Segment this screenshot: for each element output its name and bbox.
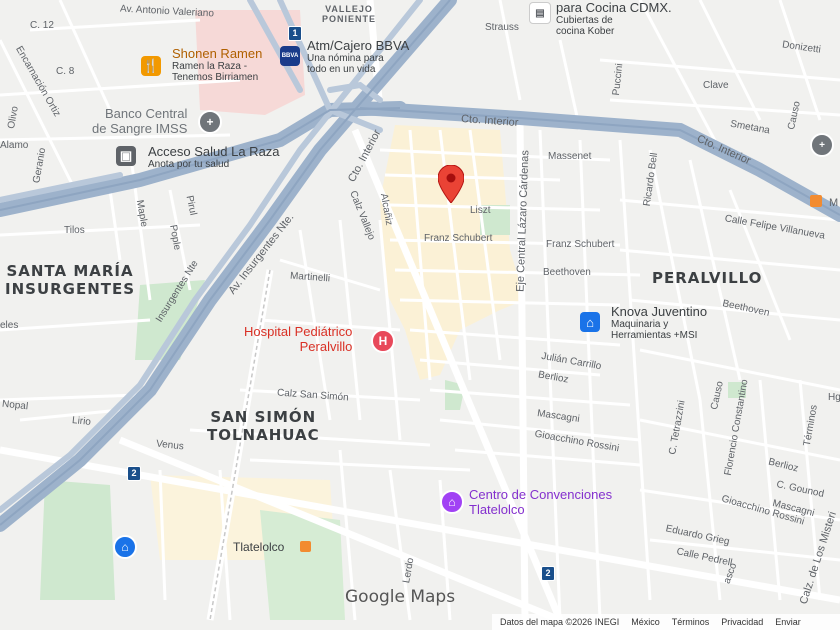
street-label: Lirio <box>71 415 92 428</box>
poi-name: Acceso Salud La Raza <box>148 144 280 159</box>
street-label: Liszt <box>470 205 491 216</box>
district-line: TOLNAHUAC <box>207 426 320 444</box>
route-shield: 2 <box>127 466 141 481</box>
map-canvas[interactable]: SANTA MARÍA INSURGENTES PERALVILLO SAN S… <box>0 0 840 630</box>
street-label: Massenet <box>548 151 592 162</box>
street-label: C. 8 <box>56 66 75 77</box>
building-icon[interactable]: ▣ <box>116 146 136 166</box>
poi-subtitle: Maquinaria y <box>611 319 669 330</box>
poi-name: Atm/Cajero BBVA <box>307 38 410 53</box>
poi-name: Shonen Ramen <box>172 46 263 61</box>
poi-name: de Sangre IMSS <box>92 121 188 136</box>
medical-icon[interactable]: + <box>198 110 222 134</box>
poi-subtitle: Herramientas +MSI <box>611 330 698 341</box>
poi-subtitle: cocina Kober <box>556 26 615 37</box>
poi-banco-sangre[interactable]: Banco Central de Sangre IMSS <box>92 106 187 136</box>
district-line: SAN SIMÓN <box>210 408 317 426</box>
street-label: eles <box>0 320 19 331</box>
street-label: Hgn <box>828 392 840 403</box>
poi-subtitle: Ramen la Raza - <box>172 61 248 72</box>
restaurant-icon[interactable]: 🍴 <box>141 56 161 76</box>
street-label: Clave <box>703 80 729 91</box>
poi-centro-convenciones[interactable]: Centro de Convenciones Tlatelolco <box>469 487 612 517</box>
medical-icon[interactable]: + <box>810 133 834 157</box>
route-shield: 1 <box>288 26 302 41</box>
district-santa-maria: SANTA MARÍA INSURGENTES <box>5 262 135 298</box>
poi-subtitle: Anota por tu salud <box>148 159 230 170</box>
metro-station-label[interactable]: Tlatelolco <box>233 540 284 554</box>
privacy-link[interactable]: Privacidad <box>721 617 763 627</box>
location-pin-icon[interactable] <box>438 165 464 203</box>
poi-shonen-ramen[interactable]: Shonen Ramen Ramen la Raza - Tenemos Bir… <box>172 46 262 83</box>
street-label: VALLEJO PONIENTE <box>322 4 376 24</box>
google-maps-logo: Google Maps <box>345 587 456 607</box>
send-feedback-link[interactable]: Enviar <box>775 617 801 627</box>
street-label: Franz Schubert <box>546 239 615 250</box>
district-line: SANTA MARÍA <box>6 262 134 280</box>
street-label: Strauss <box>485 22 519 33</box>
route-shield: 2 <box>541 566 555 581</box>
street-label-line: VALLEJO <box>325 4 373 14</box>
street-label-line: PONIENTE <box>322 14 377 24</box>
street-label: Tilos <box>64 225 85 236</box>
district-san-simon: SAN SIMÓN TOLNAHUAC <box>207 408 320 444</box>
poi-name: Peralvillo <box>299 339 353 354</box>
poi-hospital[interactable]: Hospital Pediátrico Peralvillo <box>244 324 352 354</box>
metro-icon[interactable] <box>300 541 311 552</box>
poi-name: Banco Central <box>105 106 188 121</box>
poi-acceso-salud[interactable]: Acceso Salud La Raza Anota por tu salud <box>148 144 280 170</box>
bbva-badge[interactable]: BBVA <box>280 46 300 66</box>
transit-icon[interactable] <box>810 195 822 207</box>
district-peralvillo: PERALVILLO <box>652 269 763 287</box>
country-link[interactable]: México <box>631 617 660 627</box>
map-data-credit: Datos del mapa ©2026 INEGI <box>500 617 620 627</box>
terms-link[interactable]: Términos <box>672 617 710 627</box>
home-icon[interactable]: ⌂ <box>113 535 137 559</box>
poi-name: Centro de Convenciones <box>469 487 613 502</box>
poi-subtitle: todo en un vida <box>307 64 376 75</box>
poi-subtitle: Una nómina para <box>307 53 384 64</box>
poi-bbva[interactable]: Atm/Cajero BBVA Una nómina para todo en … <box>307 38 409 75</box>
hospital-icon[interactable]: H <box>371 329 395 353</box>
store-icon[interactable]: ▤ <box>529 2 551 24</box>
poi-subtitle: Cubiertas de <box>556 15 613 26</box>
poi-cocina[interactable]: para Cocina CDMX. Cubiertas de cocina Ko… <box>556 0 672 37</box>
street-label: Beethoven <box>543 267 591 278</box>
poi-name: para Cocina CDMX. <box>556 0 672 15</box>
street-label: Alamo <box>0 140 29 151</box>
street-label: C. 12 <box>30 20 54 31</box>
poi-subtitle: Tenemos Birriamen <box>172 72 259 83</box>
map-footer: Datos del mapa ©2026 INEGI México Términ… <box>492 614 840 630</box>
poi-name: Knova Juventino <box>611 304 708 319</box>
district-line: INSURGENTES <box>5 280 136 298</box>
poi-knova[interactable]: Knova Juventino Maquinaria y Herramienta… <box>611 304 707 341</box>
poi-name: Hospital Pediátrico <box>244 324 353 339</box>
street-label: M <box>829 197 839 209</box>
street-label: Franz Schubert <box>424 233 493 244</box>
landmark-icon[interactable]: ⌂ <box>440 490 464 514</box>
shopping-bag-icon[interactable]: ⌂ <box>580 312 600 332</box>
poi-name: Tlatelolco <box>469 502 525 517</box>
